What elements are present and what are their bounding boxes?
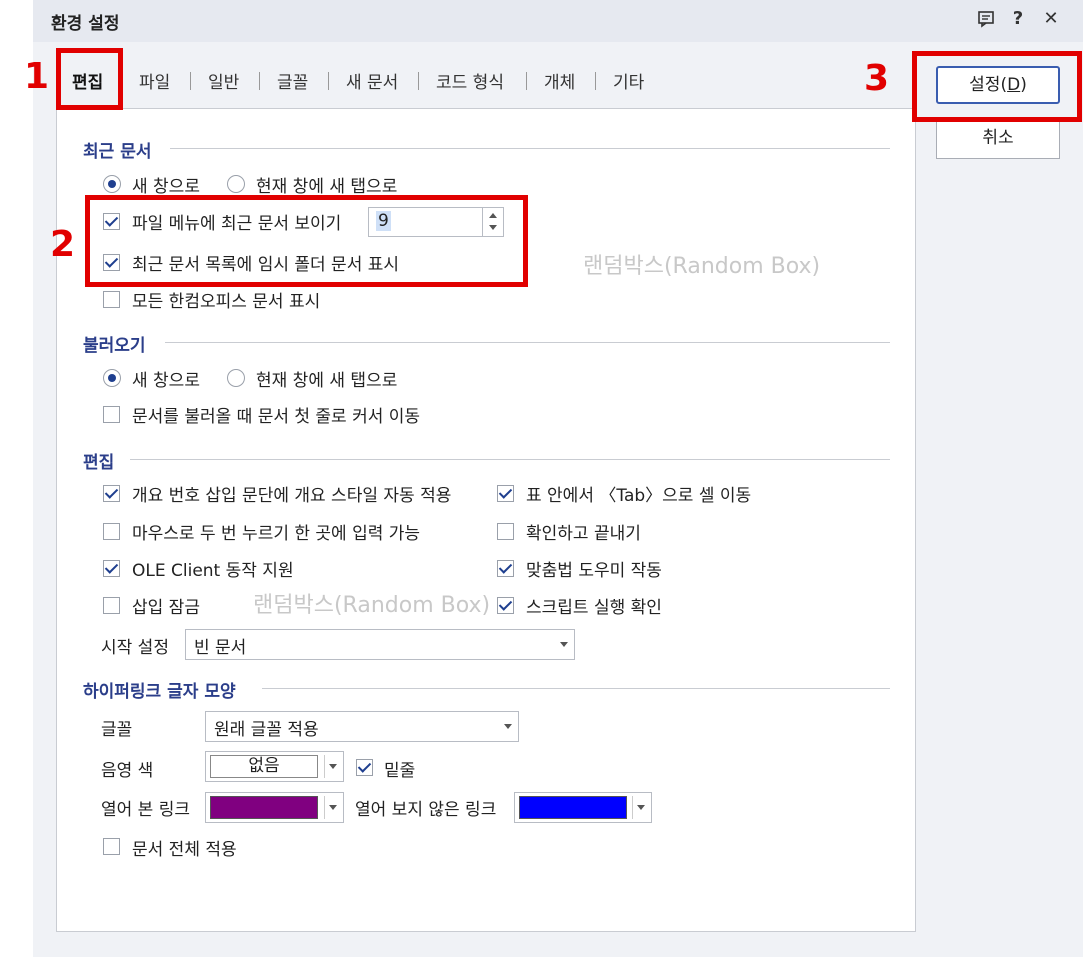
tab-separator bbox=[526, 72, 527, 90]
ole-client-checkbox[interactable] bbox=[103, 560, 120, 577]
tab-etc[interactable]: 기타 bbox=[613, 68, 644, 93]
watermark: 랜덤박스(Random Box) bbox=[583, 254, 821, 279]
tab-separator bbox=[418, 72, 419, 90]
confirm-exit-checkbox[interactable] bbox=[497, 523, 514, 540]
move-cursor-label: 문서를 불러올 때 문서 첫 줄로 커서 이동 bbox=[132, 407, 421, 427]
visited-link-color-select[interactable] bbox=[205, 792, 344, 823]
recent-radio-new-tab[interactable] bbox=[227, 175, 245, 193]
recent-radio-new-tab-label: 현재 창에 새 탭으로 bbox=[256, 177, 398, 197]
confirm-exit-label: 확인하고 끝내기 bbox=[526, 524, 641, 544]
hyperlink-font-value: 원래 글꼴 적용 bbox=[214, 720, 319, 740]
section-title-recent: 최근 문서 bbox=[83, 142, 152, 162]
section-divider bbox=[165, 342, 890, 343]
visited-link-label: 열어 본 링크 bbox=[101, 800, 191, 820]
shade-color-label: 음영 색 bbox=[101, 761, 154, 781]
section-divider bbox=[130, 459, 890, 460]
apply-all-label: 문서 전체 적용 bbox=[132, 840, 237, 860]
chevron-down-icon bbox=[329, 763, 337, 769]
tab-file[interactable]: 파일 bbox=[139, 68, 170, 93]
annotation-number-1: 1 bbox=[24, 56, 50, 97]
insert-lock-label: 삽입 잠금 bbox=[132, 598, 200, 618]
chevron-down-icon bbox=[504, 723, 512, 729]
annotation-box-3 bbox=[912, 51, 1082, 122]
tab-move-label: 표 안에서 〈Tab〉으로 셀 이동 bbox=[526, 486, 752, 506]
watermark: 랜덤박스(Random Box) bbox=[253, 593, 491, 618]
hyperlink-font-label: 글꼴 bbox=[101, 720, 133, 740]
show-all-label: 모든 한컴오피스 문서 표시 bbox=[132, 292, 321, 312]
open-radio-new-window[interactable] bbox=[103, 369, 121, 387]
section-divider bbox=[262, 688, 890, 689]
open-radio-new-window-label: 새 창으로 bbox=[132, 371, 200, 391]
tab-separator bbox=[328, 72, 329, 90]
chevron-down-icon bbox=[329, 804, 337, 810]
chevron-down-icon bbox=[637, 804, 645, 810]
annotation-number-2: 2 bbox=[50, 224, 76, 265]
title-bar bbox=[33, 0, 1083, 42]
shade-color-select[interactable]: 없음 bbox=[205, 751, 344, 782]
show-all-checkbox[interactable] bbox=[103, 291, 120, 308]
spell-helper-checkbox[interactable] bbox=[497, 560, 514, 577]
help-icon[interactable]: ? bbox=[1006, 8, 1030, 29]
move-cursor-checkbox[interactable] bbox=[103, 406, 120, 423]
annotation-number-3: 3 bbox=[864, 58, 890, 99]
double-click-checkbox[interactable] bbox=[103, 523, 120, 540]
unvisited-link-label: 열어 보지 않은 링크 bbox=[355, 800, 497, 820]
apply-all-checkbox[interactable] bbox=[103, 838, 120, 855]
tab-general[interactable]: 일반 bbox=[208, 68, 239, 93]
tab-move-checkbox[interactable] bbox=[497, 485, 514, 502]
section-divider bbox=[170, 148, 890, 149]
tab-new-document[interactable]: 새 문서 bbox=[346, 68, 398, 93]
tab-code-format[interactable]: 코드 형식 bbox=[436, 68, 504, 93]
script-confirm-label: 스크립트 실행 확인 bbox=[526, 598, 662, 618]
start-setting-value: 빈 문서 bbox=[194, 638, 247, 658]
tab-separator bbox=[259, 72, 260, 90]
unvisited-link-color-swatch bbox=[519, 796, 627, 819]
underline-checkbox[interactable] bbox=[356, 759, 373, 776]
cancel-button[interactable]: 취소 bbox=[936, 119, 1060, 159]
script-confirm-checkbox[interactable] bbox=[497, 597, 514, 614]
dropdown-divider bbox=[324, 755, 325, 778]
hyperlink-font-select[interactable]: 원래 글꼴 적용 bbox=[205, 711, 519, 742]
shade-color-swatch: 없음 bbox=[210, 755, 318, 778]
section-title-open: 불러오기 bbox=[83, 336, 146, 356]
auto-outline-checkbox[interactable] bbox=[103, 485, 120, 502]
chevron-down-icon bbox=[560, 641, 568, 647]
open-radio-new-tab-label: 현재 창에 새 탭으로 bbox=[256, 371, 398, 391]
tab-separator bbox=[190, 72, 191, 90]
unvisited-link-color-select[interactable] bbox=[514, 792, 652, 823]
close-icon[interactable]: ✕ bbox=[1039, 8, 1063, 29]
dropdown-divider bbox=[632, 796, 633, 819]
open-radio-new-tab[interactable] bbox=[227, 369, 245, 387]
insert-lock-checkbox[interactable] bbox=[103, 597, 120, 614]
section-title-hyperlink: 하이퍼링크 글자 모양 bbox=[83, 682, 236, 702]
underline-label: 밑줄 bbox=[384, 761, 416, 781]
annotation-box-2 bbox=[85, 195, 528, 287]
spell-helper-label: 맞춤법 도우미 작동 bbox=[526, 561, 662, 581]
start-setting-select[interactable]: 빈 문서 bbox=[185, 629, 575, 660]
recent-radio-new-window-label: 새 창으로 bbox=[132, 177, 200, 197]
visited-link-color-swatch bbox=[210, 796, 318, 819]
double-click-label: 마우스로 두 번 누르기 한 곳에 입력 가능 bbox=[132, 524, 421, 544]
window-title: 환경 설정 bbox=[51, 14, 120, 34]
tab-separator bbox=[595, 72, 596, 90]
section-title-edit: 편집 bbox=[83, 453, 115, 473]
recent-radio-new-window[interactable] bbox=[103, 175, 121, 193]
ole-client-label: OLE Client 동작 지원 bbox=[132, 561, 294, 581]
dropdown-divider bbox=[324, 796, 325, 819]
auto-outline-label: 개요 번호 삽입 문단에 개요 스타일 자동 적용 bbox=[132, 486, 452, 506]
start-setting-label: 시작 설정 bbox=[101, 638, 169, 658]
tab-object[interactable]: 개체 bbox=[544, 68, 575, 93]
comment-icon[interactable] bbox=[974, 8, 998, 33]
tab-font[interactable]: 글꼴 bbox=[277, 68, 308, 93]
annotation-box-1 bbox=[56, 48, 123, 110]
